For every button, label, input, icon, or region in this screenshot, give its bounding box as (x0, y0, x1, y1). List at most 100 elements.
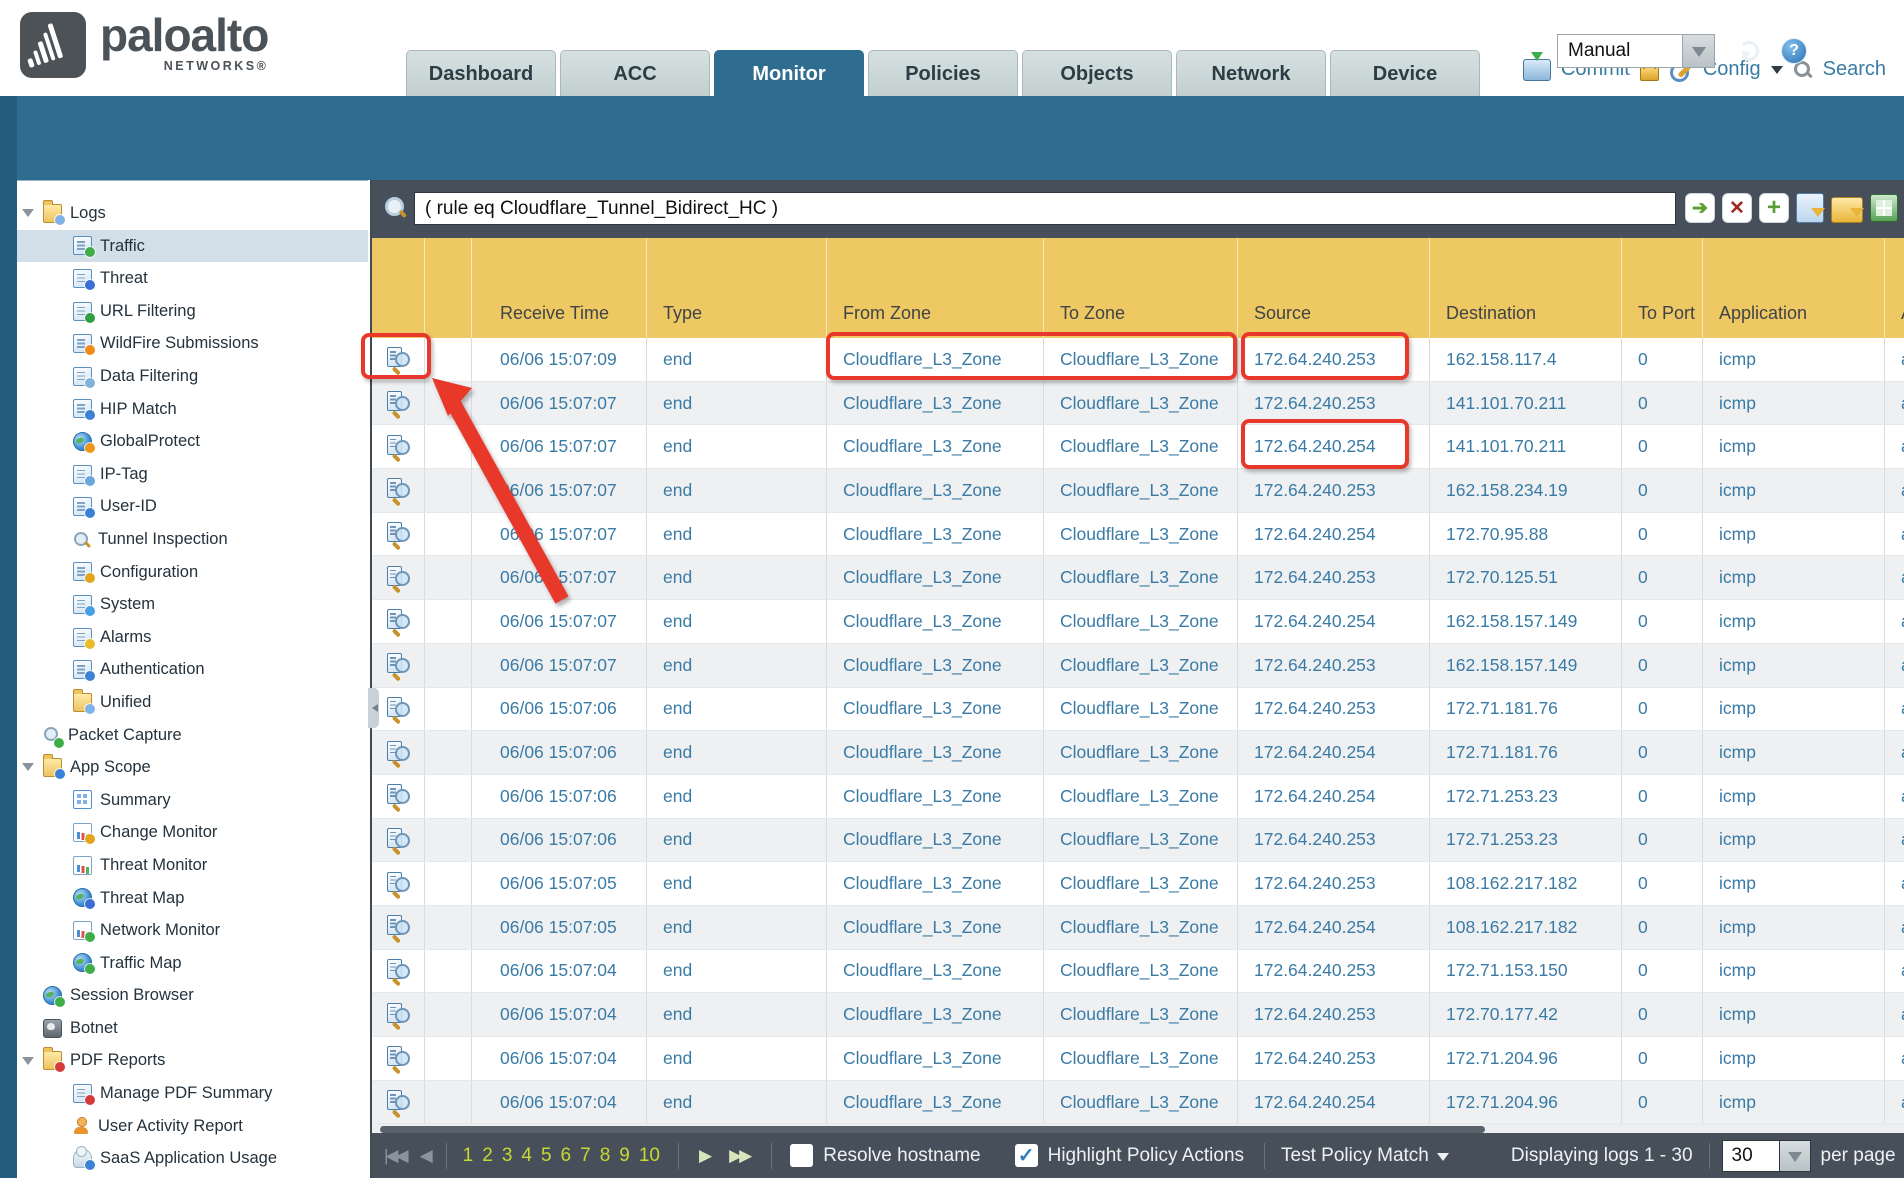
sidebar-item-threat[interactable]: Threat (17, 262, 368, 295)
page-number-7[interactable]: 7 (580, 1145, 591, 1167)
add-filter-button[interactable]: + (1759, 193, 1789, 223)
column-header-to-port[interactable]: To Port (1622, 238, 1703, 338)
refresh-icon[interactable] (1737, 39, 1761, 63)
page-number-2[interactable]: 2 (482, 1145, 493, 1167)
table-row[interactable]: 06/06 15:07:06endCloudflare_L3_ZoneCloud… (372, 731, 1904, 775)
sidebar-collapse-handle[interactable] (368, 688, 379, 728)
table-row[interactable]: 06/06 15:07:06endCloudflare_L3_ZoneCloud… (372, 775, 1904, 819)
page-number-3[interactable]: 3 (502, 1145, 513, 1167)
sidebar-item-tunnel-inspection[interactable]: Tunnel Inspection (17, 523, 368, 556)
sidebar-item-traffic[interactable]: Traffic (17, 230, 368, 263)
page-number-6[interactable]: 6 (561, 1145, 572, 1167)
log-detail-icon[interactable] (386, 1046, 410, 1070)
filter-query-input[interactable] (414, 192, 1676, 225)
table-row[interactable]: 06/06 15:07:07endCloudflare_L3_ZoneCloud… (372, 425, 1904, 469)
sidebar-item-manage-pdf-summary[interactable]: Manage PDF Summary (17, 1077, 368, 1110)
log-detail-icon[interactable] (386, 566, 410, 590)
sidebar-item-threat-monitor[interactable]: Threat Monitor (17, 849, 368, 882)
sidebar-item-system[interactable]: System (17, 588, 368, 621)
page-number-8[interactable]: 8 (600, 1145, 611, 1167)
table-row[interactable]: 06/06 15:07:07endCloudflare_L3_ZoneCloud… (372, 600, 1904, 644)
sidebar-item-app-scope[interactable]: App Scope (17, 751, 368, 784)
log-detail-icon[interactable] (386, 697, 410, 721)
table-row[interactable]: 06/06 15:07:07endCloudflare_L3_ZoneCloud… (372, 644, 1904, 688)
tab-policies[interactable]: Policies (868, 50, 1018, 97)
log-detail-icon[interactable] (386, 391, 410, 415)
log-detail-icon[interactable] (386, 872, 410, 896)
column-header-a[interactable]: A (1885, 238, 1904, 338)
prev-page-button[interactable]: ◀ (420, 1146, 430, 1166)
log-detail-icon[interactable] (386, 653, 410, 677)
column-header-from-zone[interactable]: From Zone (827, 238, 1044, 338)
log-detail-icon[interactable] (386, 1003, 410, 1027)
log-detail-icon[interactable] (386, 959, 410, 983)
log-detail-icon[interactable] (386, 915, 410, 939)
column-header-receive-time[interactable]: Receive Time (472, 238, 647, 338)
per-page-select[interactable]: 30 (1722, 1140, 1780, 1172)
column-header-destination[interactable]: Destination (1430, 238, 1622, 338)
log-detail-icon[interactable] (386, 522, 410, 546)
clear-filter-button[interactable]: ✕ (1722, 193, 1752, 223)
page-number-5[interactable]: 5 (541, 1145, 552, 1167)
tab-objects[interactable]: Objects (1022, 50, 1172, 97)
first-page-button[interactable]: |◀◀ (384, 1146, 406, 1166)
tree-expander-icon[interactable] (22, 1057, 34, 1071)
log-detail-icon[interactable] (386, 784, 410, 808)
log-detail-icon[interactable] (386, 828, 410, 852)
load-filter-icon[interactable] (1831, 197, 1863, 223)
lock-icon[interactable] (1640, 66, 1659, 81)
column-header-application[interactable]: Application (1703, 238, 1885, 338)
resolve-hostname-checkbox[interactable] (790, 1144, 813, 1167)
next-page-button[interactable]: ▶ (699, 1146, 709, 1166)
column-header-type[interactable]: Type (647, 238, 827, 338)
tab-dashboard[interactable]: Dashboard (406, 50, 556, 97)
log-detail-icon[interactable] (386, 435, 410, 459)
table-row[interactable]: 06/06 15:07:07endCloudflare_L3_ZoneCloud… (372, 556, 1904, 600)
sidebar-item-wildfire-submissions[interactable]: WildFire Submissions (17, 327, 368, 360)
export-csv-icon[interactable] (1870, 194, 1898, 222)
table-row[interactable]: 06/06 15:07:04endCloudflare_L3_ZoneCloud… (372, 1081, 1904, 1125)
sidebar-item-globalprotect[interactable]: GlobalProtect (17, 425, 368, 458)
table-row[interactable]: 06/06 15:07:05endCloudflare_L3_ZoneCloud… (372, 906, 1904, 950)
tab-network[interactable]: Network (1176, 50, 1326, 97)
sidebar-item-alarms[interactable]: Alarms (17, 621, 368, 654)
tab-device[interactable]: Device (1330, 50, 1480, 97)
apply-filter-button[interactable]: ➔ (1685, 193, 1715, 223)
table-row[interactable]: 06/06 15:07:07endCloudflare_L3_ZoneCloud… (372, 469, 1904, 513)
filter-builder-icon[interactable] (1796, 193, 1824, 223)
sidebar-item-threat-map[interactable]: Threat Map (17, 881, 368, 914)
tree-expander-icon[interactable] (22, 209, 34, 223)
tree-expander-icon[interactable] (22, 763, 34, 777)
table-row[interactable]: 06/06 15:07:06endCloudflare_L3_ZoneCloud… (372, 688, 1904, 732)
log-detail-icon[interactable] (386, 609, 410, 633)
table-row[interactable]: 06/06 15:07:04endCloudflare_L3_ZoneCloud… (372, 1037, 1904, 1081)
page-number-4[interactable]: 4 (521, 1145, 532, 1167)
log-detail-icon[interactable] (386, 1090, 410, 1114)
table-row[interactable]: 06/06 15:07:05endCloudflare_L3_ZoneCloud… (372, 862, 1904, 906)
help-icon[interactable]: ? (1781, 38, 1807, 64)
column-header-source[interactable]: Source (1238, 238, 1430, 338)
sidebar-item-summary[interactable]: Summary (17, 784, 368, 817)
page-number-10[interactable]: 10 (639, 1145, 660, 1167)
sidebar-item-session-browser[interactable]: Session Browser (17, 979, 368, 1012)
page-number-1[interactable]: 1 (463, 1145, 474, 1167)
sidebar-item-packet-capture[interactable]: Packet Capture (17, 719, 368, 752)
table-row[interactable]: 06/06 15:07:07endCloudflare_L3_ZoneCloud… (372, 513, 1904, 557)
page-number-9[interactable]: 9 (619, 1145, 630, 1167)
last-page-button[interactable]: ▶▶ (729, 1146, 749, 1166)
tab-monitor[interactable]: Monitor (714, 50, 864, 97)
per-page-caret[interactable] (1780, 1140, 1811, 1172)
sidebar-item-unified[interactable]: Unified (17, 686, 368, 719)
log-detail-icon[interactable] (386, 741, 410, 765)
sidebar-item-user-activity-report[interactable]: User Activity Report (17, 1110, 368, 1143)
scrollbar-thumb[interactable] (380, 1126, 1485, 1133)
sidebar-item-network-monitor[interactable]: Network Monitor (17, 914, 368, 947)
sidebar-item-data-filtering[interactable]: Data Filtering (17, 360, 368, 393)
table-row[interactable]: 06/06 15:07:04endCloudflare_L3_ZoneCloud… (372, 950, 1904, 994)
log-detail-icon[interactable] (386, 478, 410, 502)
refresh-mode-caret[interactable] (1683, 34, 1715, 68)
sidebar-item-saas-application-usage[interactable]: SaaS Application Usage (17, 1142, 368, 1175)
sidebar-item-hip-match[interactable]: HIP Match (17, 393, 368, 426)
sidebar-item-pdf-reports[interactable]: PDF Reports (17, 1044, 368, 1077)
sidebar-item-logs[interactable]: Logs (17, 197, 368, 230)
